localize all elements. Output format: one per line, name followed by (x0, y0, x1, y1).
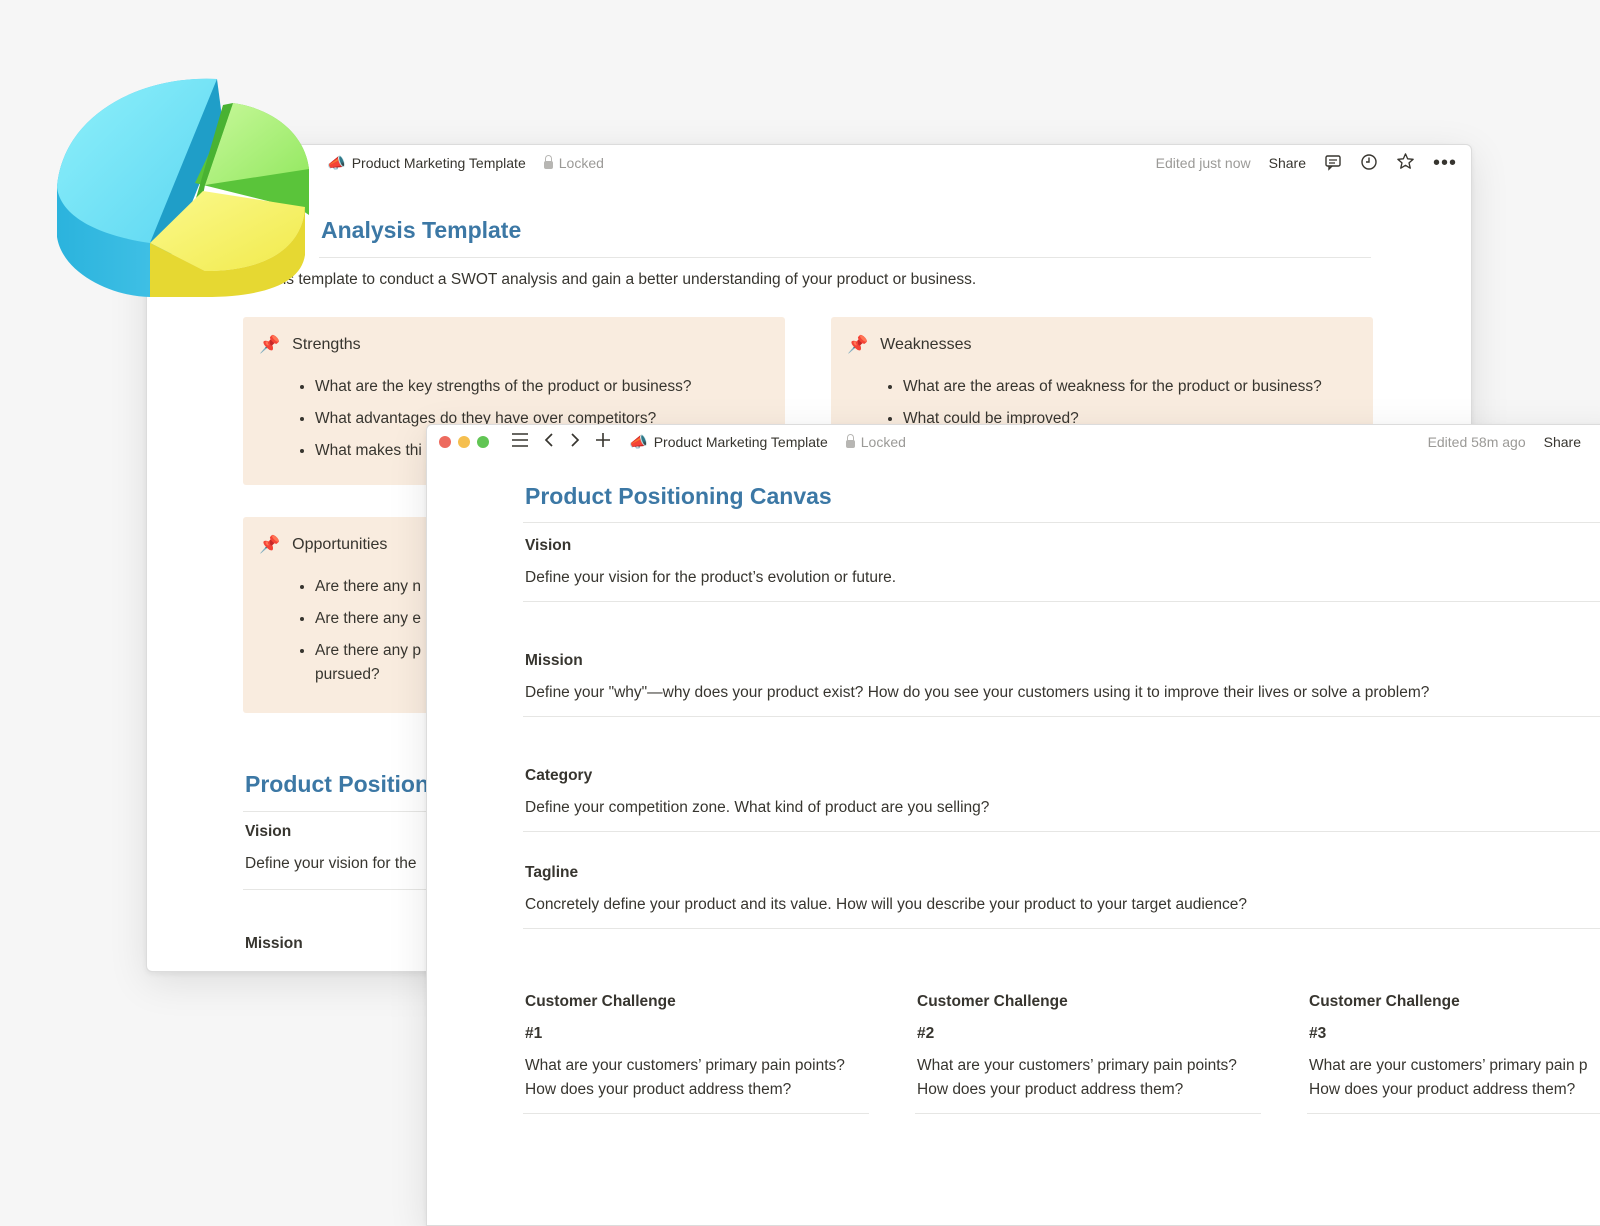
forward-icon[interactable] (569, 432, 581, 453)
challenge-number: #1 (525, 1025, 543, 1042)
page-title: Product Positioning Canvas (525, 483, 832, 509)
mission-label: Mission (245, 935, 303, 952)
menu-icon[interactable] (511, 432, 529, 453)
list-item: What are the key strengths of the produc… (315, 371, 692, 403)
challenge-text: How does your product address them? (525, 1081, 792, 1098)
divider (523, 522, 1600, 523)
divider (523, 831, 1600, 832)
front-toolbar: Edited 58m ago Share (1428, 427, 1581, 457)
maximize-button[interactable] (477, 436, 489, 448)
list-item-text: Are there any p (315, 642, 421, 659)
list-item: Are there any n (315, 571, 421, 603)
challenge-text: What are your customers’ primary pain p (1309, 1057, 1588, 1074)
megaphone-icon: 📣 (629, 434, 648, 451)
pin-icon: 📌 (259, 335, 281, 354)
tagline-text: Concretely define your product and its v… (525, 896, 1248, 913)
page-title: Analysis Template (321, 217, 522, 243)
divider (523, 601, 1600, 602)
pin-icon: 📌 (847, 335, 869, 354)
edited-status: Edited just now (1155, 155, 1251, 171)
divider (1307, 1113, 1600, 1114)
challenge-number: #2 (917, 1025, 935, 1042)
page-intro: e this template to conduct a SWOT analys… (257, 271, 977, 288)
callout-title: 📌 Weaknesses (847, 335, 971, 355)
add-icon[interactable] (595, 432, 611, 453)
list-item: Are there any e (315, 603, 421, 635)
lock-label: Locked (558, 155, 604, 171)
share-button[interactable]: Share (1269, 155, 1306, 171)
category-label: Category (525, 767, 593, 784)
vision-text: Define your vision for the (245, 855, 417, 872)
list-item: What are the areas of weakness for the p… (903, 371, 1322, 403)
star-icon[interactable] (1396, 152, 1415, 174)
callout-title: 📌 Strengths (259, 335, 361, 355)
mission-text: Define your "why"—why does your product … (525, 684, 1430, 701)
breadcrumb-label: Product Marketing Template (351, 155, 526, 171)
lock-label: Locked (860, 434, 906, 450)
strengths-title: Strengths (292, 336, 361, 353)
comment-icon[interactable] (1324, 153, 1342, 174)
lock-status[interactable]: Locked (543, 155, 604, 171)
list-item-text: pursued? (315, 666, 380, 683)
pie-chart-illustration (57, 78, 309, 297)
challenge-text: How does your product address them? (1309, 1081, 1576, 1098)
edited-status: Edited 58m ago (1427, 434, 1526, 450)
window-controls (439, 436, 489, 448)
section-title: Product Positioni (245, 771, 436, 797)
share-button[interactable]: Share (1544, 434, 1581, 450)
front-window: 📣 Product Marketing Template Locked Edit… (426, 424, 1600, 1226)
mission-label: Mission (525, 652, 583, 669)
breadcrumb[interactable]: 📣 Product Marketing Template (629, 433, 828, 451)
divider (915, 1113, 1261, 1114)
divider (523, 1113, 869, 1114)
opportunities-list: Are there any n Are there any e Are ther… (295, 571, 421, 687)
close-button[interactable] (439, 436, 451, 448)
more-icon[interactable]: ••• (1433, 153, 1457, 173)
weaknesses-title: Weaknesses (880, 336, 972, 353)
challenge-label: Customer Challenge (1309, 993, 1460, 1010)
breadcrumb[interactable]: 📣 Product Marketing Template (327, 154, 526, 172)
vision-label: Vision (245, 823, 292, 840)
challenge-label: Customer Challenge (525, 993, 676, 1010)
back-topbar: 📣 Product Marketing Template Locked Edit… (147, 145, 1471, 181)
divider (319, 257, 1371, 258)
lock-icon (543, 155, 553, 169)
back-icon[interactable] (543, 432, 555, 453)
pin-icon: 📌 (259, 535, 281, 554)
challenge-text: What are your customers’ primary pain po… (525, 1057, 845, 1074)
megaphone-icon: 📣 (327, 155, 346, 172)
callout-title: 📌 Opportunities (259, 535, 387, 555)
list-item: Are there any p pursued? (315, 635, 421, 687)
vision-label: Vision (525, 537, 572, 554)
category-text: Define your competition zone. What kind … (525, 799, 990, 816)
nav-controls (511, 432, 611, 453)
clock-icon[interactable] (1360, 153, 1378, 174)
challenge-number: #3 (1309, 1025, 1327, 1042)
divider (523, 928, 1600, 929)
front-topbar: 📣 Product Marketing Template Locked Edit… (427, 427, 1600, 457)
back-toolbar: Edited just now Share ••• (1156, 145, 1457, 181)
tagline-label: Tagline (525, 864, 579, 881)
challenge-label: Customer Challenge (917, 993, 1068, 1010)
breadcrumb-label: Product Marketing Template (653, 434, 828, 450)
lock-status[interactable]: Locked (845, 434, 906, 450)
opportunities-title: Opportunities (292, 536, 388, 553)
challenge-text: How does your product address them? (917, 1081, 1184, 1098)
minimize-button[interactable] (458, 436, 470, 448)
divider (523, 716, 1600, 717)
lock-icon (845, 434, 855, 448)
challenge-text: What are your customers’ primary pain po… (917, 1057, 1237, 1074)
vision-text: Define your vision for the product’s evo… (525, 569, 897, 586)
